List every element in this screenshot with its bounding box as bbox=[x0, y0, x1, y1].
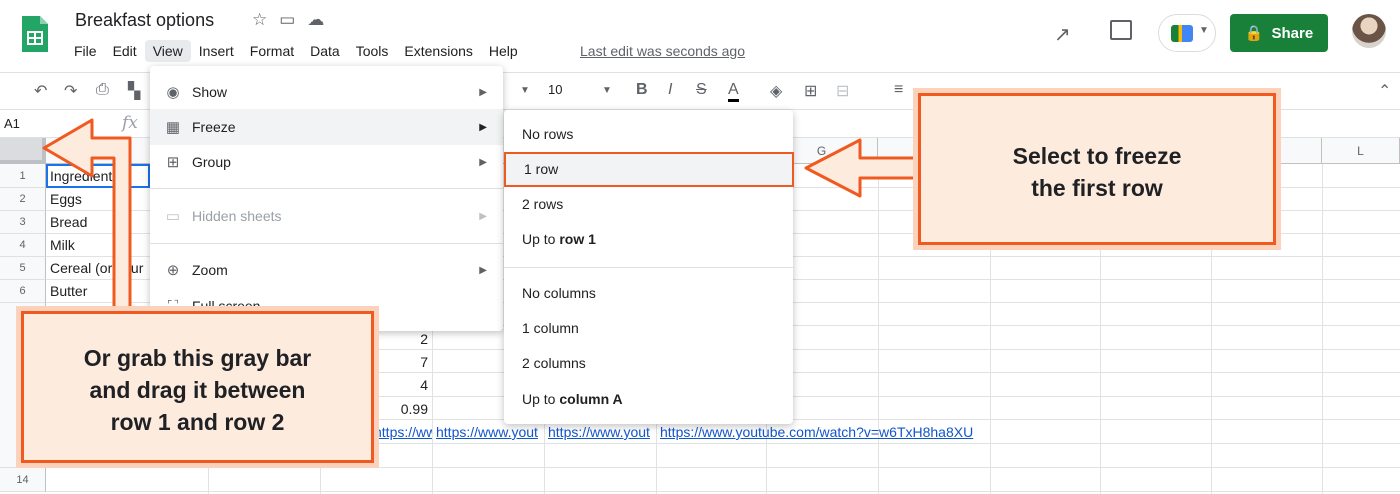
callout-freeze-first-row: Select to freeze the first row bbox=[918, 93, 1276, 245]
callout-text: the first row bbox=[1031, 175, 1163, 201]
callout-text: row 1 and row 2 bbox=[110, 409, 285, 435]
arrow-to-one-row bbox=[804, 138, 920, 198]
callout-text: and drag it between bbox=[89, 377, 306, 403]
callout-text: Select to freeze bbox=[1012, 143, 1182, 169]
arrow-to-gray-bar bbox=[42, 118, 132, 313]
callout-text: Or grab this gray bar bbox=[83, 345, 312, 371]
callout-drag-gray-bar: Or grab this gray bar and drag it betwee… bbox=[21, 311, 374, 463]
